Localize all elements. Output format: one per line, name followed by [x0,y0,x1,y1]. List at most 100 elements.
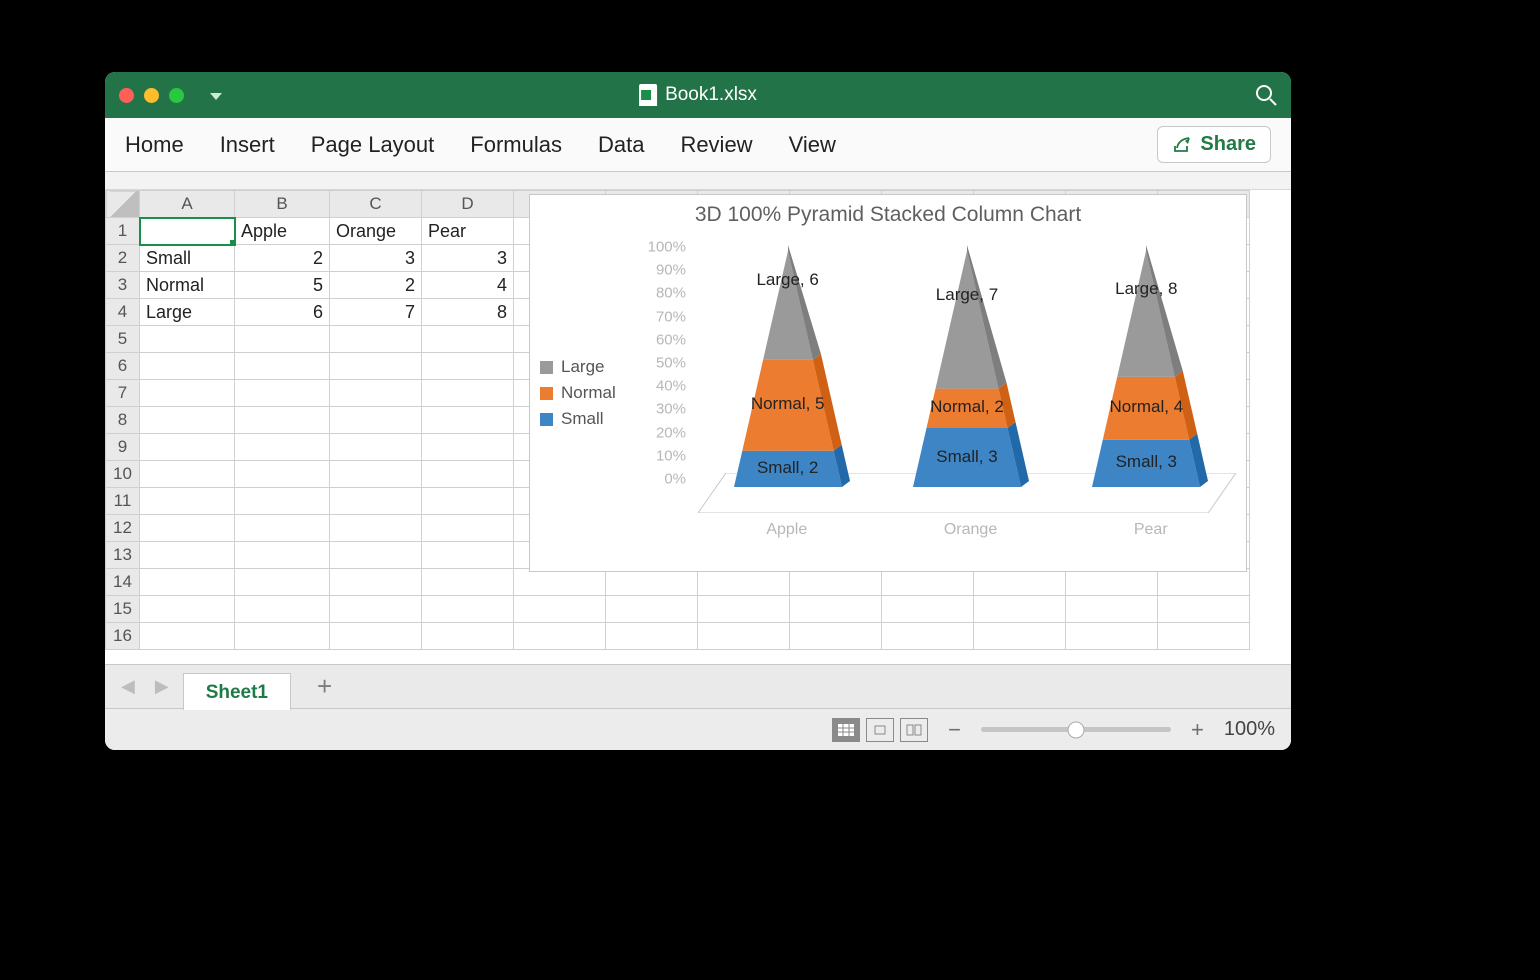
cell-B2[interactable]: 2 [235,245,330,272]
cell-D10[interactable] [422,461,514,488]
embedded-chart[interactable]: 3D 100% Pyramid Stacked Column Chart Lar… [529,194,1247,572]
cell-D13[interactable] [422,542,514,569]
cell-B12[interactable] [235,515,330,542]
cell-D12[interactable] [422,515,514,542]
cell-I15[interactable] [882,596,974,623]
cell-I16[interactable] [882,623,974,650]
cell-G16[interactable] [698,623,790,650]
cell-D11[interactable] [422,488,514,515]
cell-C6[interactable] [330,353,422,380]
tab-review[interactable]: Review [680,132,752,158]
cell-D15[interactable] [422,596,514,623]
minimize-window-button[interactable] [144,88,159,103]
prev-sheet-button[interactable]: ◀ [115,672,141,701]
tab-insert[interactable]: Insert [220,132,275,158]
cell-A6[interactable] [140,353,235,380]
page-layout-view-button[interactable] [866,718,894,742]
cell-F14[interactable] [606,569,698,596]
col-header-B[interactable]: B [235,191,330,218]
cell-K14[interactable] [1066,569,1158,596]
cell-B10[interactable] [235,461,330,488]
cell-D1[interactable]: Pear [422,218,514,245]
next-sheet-button[interactable]: ▶ [149,672,175,701]
cell-I14[interactable] [882,569,974,596]
row-header-9[interactable]: 9 [106,434,140,461]
cell-C1[interactable]: Orange [330,218,422,245]
normal-view-button[interactable] [832,718,860,742]
worksheet-area[interactable]: ABCDEFGHIJKL1AppleOrangePear2Small2333No… [105,190,1291,664]
cell-C9[interactable] [330,434,422,461]
cell-J15[interactable] [974,596,1066,623]
cell-A7[interactable] [140,380,235,407]
zoom-out-button[interactable]: − [948,717,961,743]
cell-F15[interactable] [606,596,698,623]
cell-A5[interactable] [140,326,235,353]
close-window-button[interactable] [119,88,134,103]
tab-formulas[interactable]: Formulas [470,132,562,158]
cell-B3[interactable]: 5 [235,272,330,299]
tab-view[interactable]: View [789,132,836,158]
add-sheet-button[interactable]: + [299,671,350,702]
cell-K16[interactable] [1066,623,1158,650]
cell-F16[interactable] [606,623,698,650]
cell-C11[interactable] [330,488,422,515]
row-header-1[interactable]: 1 [106,218,140,245]
tab-home[interactable]: Home [125,132,184,158]
cell-D6[interactable] [422,353,514,380]
cell-A10[interactable] [140,461,235,488]
cell-C13[interactable] [330,542,422,569]
cell-E14[interactable] [514,569,606,596]
cell-D8[interactable] [422,407,514,434]
cell-C4[interactable]: 7 [330,299,422,326]
tab-data[interactable]: Data [598,132,644,158]
cell-D5[interactable] [422,326,514,353]
select-all-cell[interactable] [106,191,140,218]
cell-A1[interactable] [140,218,235,245]
col-header-A[interactable]: A [140,191,235,218]
tab-page-layout[interactable]: Page Layout [311,132,435,158]
cell-B4[interactable]: 6 [235,299,330,326]
cell-C15[interactable] [330,596,422,623]
cell-D16[interactable] [422,623,514,650]
cell-B1[interactable]: Apple [235,218,330,245]
cell-D14[interactable] [422,569,514,596]
cell-H16[interactable] [790,623,882,650]
cell-H14[interactable] [790,569,882,596]
cell-H15[interactable] [790,596,882,623]
row-header-10[interactable]: 10 [106,461,140,488]
cell-J14[interactable] [974,569,1066,596]
col-header-C[interactable]: C [330,191,422,218]
cell-B13[interactable] [235,542,330,569]
cell-C16[interactable] [330,623,422,650]
page-break-view-button[interactable] [900,718,928,742]
cell-B15[interactable] [235,596,330,623]
share-button[interactable]: Share [1157,126,1271,163]
cell-A2[interactable]: Small [140,245,235,272]
cell-K15[interactable] [1066,596,1158,623]
row-header-16[interactable]: 16 [106,623,140,650]
cell-G15[interactable] [698,596,790,623]
cell-C2[interactable]: 3 [330,245,422,272]
cell-D3[interactable]: 4 [422,272,514,299]
zoom-window-button[interactable] [169,88,184,103]
cell-A9[interactable] [140,434,235,461]
cell-C8[interactable] [330,407,422,434]
cell-B7[interactable] [235,380,330,407]
cell-C14[interactable] [330,569,422,596]
cell-E15[interactable] [514,596,606,623]
cell-D2[interactable]: 3 [422,245,514,272]
cell-C5[interactable] [330,326,422,353]
cell-G14[interactable] [698,569,790,596]
cell-D4[interactable]: 8 [422,299,514,326]
cell-J16[interactable] [974,623,1066,650]
zoom-slider[interactable] [981,727,1171,732]
row-header-4[interactable]: 4 [106,299,140,326]
cell-B6[interactable] [235,353,330,380]
search-icon[interactable] [1255,84,1277,106]
cell-L15[interactable] [1158,596,1250,623]
cell-L16[interactable] [1158,623,1250,650]
cell-B9[interactable] [235,434,330,461]
cell-C3[interactable]: 2 [330,272,422,299]
cell-D9[interactable] [422,434,514,461]
cell-B14[interactable] [235,569,330,596]
